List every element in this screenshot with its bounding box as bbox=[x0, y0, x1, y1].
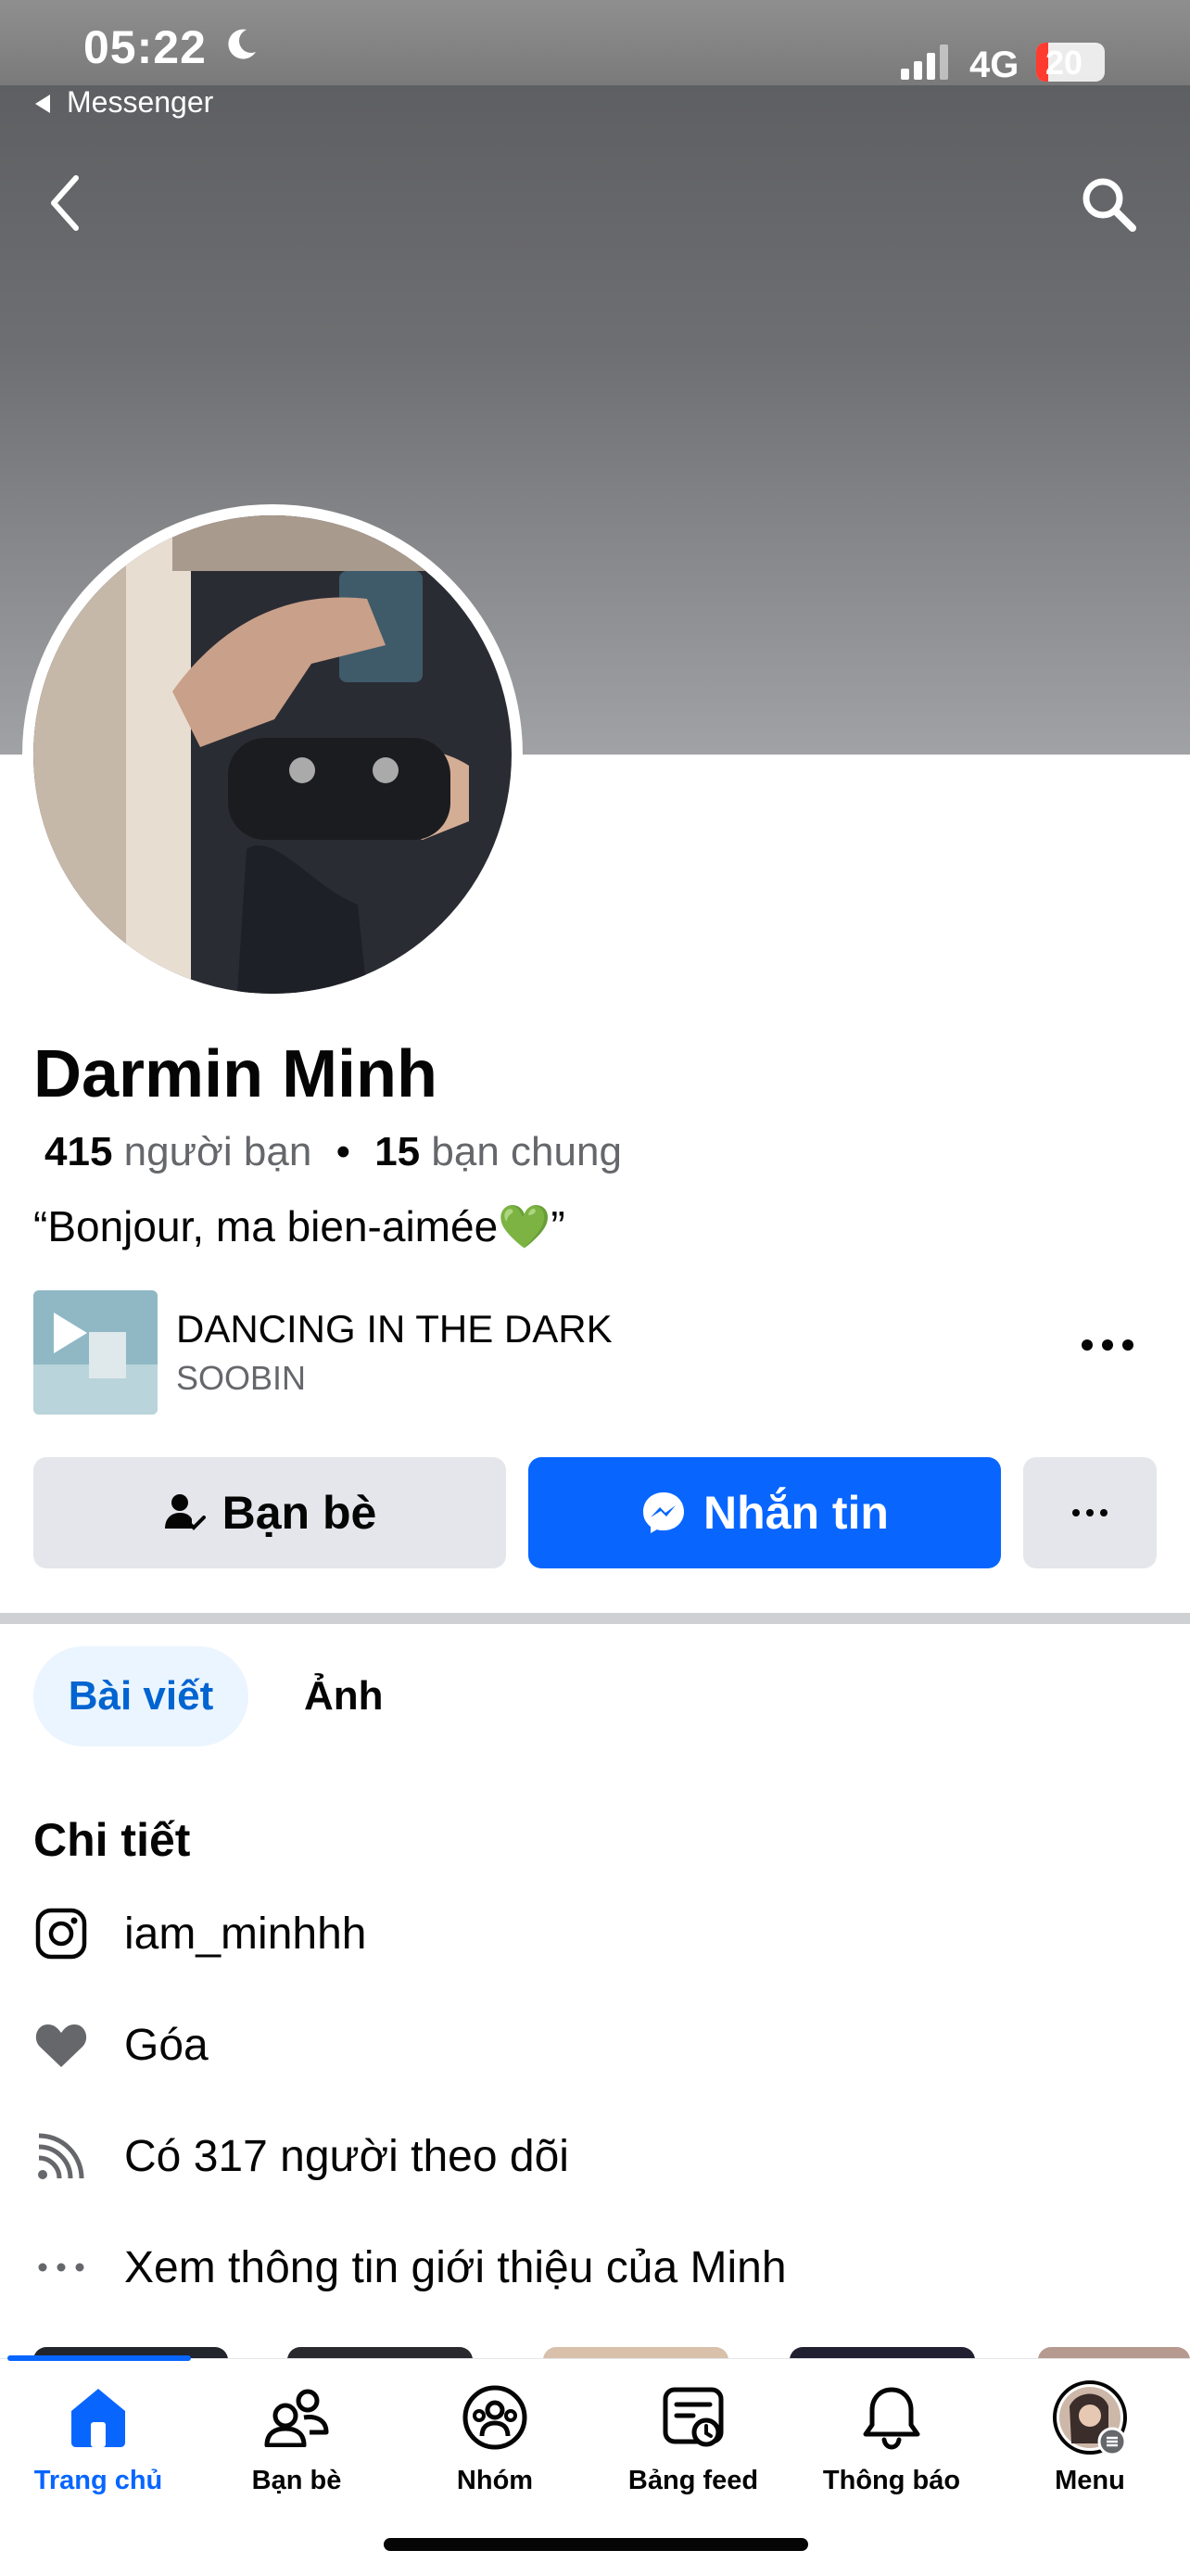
back-chevron-icon[interactable] bbox=[44, 172, 85, 234]
more-dots-icon bbox=[38, 2263, 84, 2272]
song-cover-art[interactable] bbox=[33, 1290, 158, 1415]
tabbar-home-label: Trang chủ bbox=[33, 2466, 163, 2495]
avatar-photo bbox=[33, 515, 512, 994]
tabbar-friends[interactable]: Bạn bè bbox=[204, 2379, 389, 2496]
tabbar-menu[interactable]: Menu bbox=[997, 2379, 1183, 2496]
tabbar-groups-label: Nhóm bbox=[456, 2466, 534, 2495]
tabbar-notifications-label: Thông báo bbox=[822, 2466, 961, 2495]
signal-icon bbox=[901, 44, 948, 80]
feed-icon bbox=[663, 2387, 724, 2447]
instagram-handle: iam_minhhh bbox=[124, 1909, 367, 1959]
tabbar-groups[interactable]: Nhóm bbox=[402, 2379, 588, 2496]
more-options-button[interactable] bbox=[1023, 1457, 1157, 1568]
section-divider bbox=[0, 1613, 1190, 1624]
back-app-arrow-icon[interactable] bbox=[35, 95, 50, 113]
tabbar-home[interactable]: Trang chủ bbox=[6, 2379, 191, 2496]
detail-see-about[interactable]: Xem thông tin giới thiệu của Minh bbox=[33, 2230, 787, 2304]
avatar-menu-icon bbox=[1053, 2380, 1127, 2456]
tabbar-notifications[interactable]: Thông báo bbox=[799, 2379, 984, 2496]
friends-button-label: Bạn bè bbox=[222, 1487, 377, 1539]
active-tab-indicator bbox=[7, 2355, 191, 2361]
moon-icon bbox=[228, 29, 256, 59]
profile-name: Darmin Minh bbox=[33, 1037, 438, 1111]
message-button[interactable]: Nhắn tin bbox=[528, 1457, 1001, 1568]
battery-icon: 20 bbox=[1036, 43, 1105, 82]
status-time: 05:22 bbox=[83, 21, 207, 73]
tabbar-menu-label: Menu bbox=[1055, 2466, 1125, 2495]
back-to-app-link[interactable]: Messenger bbox=[67, 85, 213, 120]
friends-summary[interactable]: 415 người bạn • 15 bạn chung bbox=[44, 1129, 622, 1175]
tabbar-friends-label: Bạn bè bbox=[251, 2466, 342, 2495]
bell-icon bbox=[863, 2387, 920, 2450]
song-artist: SOOBIN bbox=[176, 1359, 307, 1397]
song-more-icon[interactable] bbox=[1075, 1331, 1140, 1359]
tab-photos[interactable]: Ảnh bbox=[278, 1646, 410, 1746]
more-dots-icon bbox=[1072, 1509, 1108, 1516]
rss-icon bbox=[38, 2133, 84, 2179]
home-indicator[interactable] bbox=[384, 2538, 808, 2551]
instagram-icon bbox=[35, 1908, 87, 1960]
see-about-link: Xem thông tin giới thiệu của Minh bbox=[124, 2242, 787, 2292]
mutual-count: 15 bbox=[374, 1129, 421, 1174]
tabbar-feed-label: Bảng feed bbox=[627, 2466, 759, 2495]
profile-bio: “Bonjour, ma bien-aimée💚” bbox=[33, 1202, 565, 1250]
friends-button[interactable]: Bạn bè bbox=[33, 1457, 506, 1568]
details-heading: Chi tiết bbox=[33, 1814, 191, 1866]
avatar[interactable] bbox=[33, 515, 512, 994]
groups-icon bbox=[462, 2385, 527, 2450]
song-title[interactable]: DANCING IN THE DARK bbox=[176, 1307, 613, 1351]
home-icon bbox=[71, 2389, 125, 2447]
search-icon[interactable] bbox=[1079, 174, 1138, 234]
detail-followers[interactable]: Có 317 người theo dõi bbox=[33, 2119, 569, 2193]
message-button-label: Nhắn tin bbox=[703, 1487, 889, 1539]
separator-dot: • bbox=[335, 1129, 350, 1174]
tabbar-feed[interactable]: Bảng feed bbox=[601, 2379, 786, 2496]
friends-icon bbox=[264, 2389, 329, 2447]
detail-relationship: Góa bbox=[33, 2008, 209, 2082]
friend-check-icon bbox=[164, 1494, 206, 1530]
tab-posts[interactable]: Bài viết bbox=[33, 1646, 248, 1746]
mutual-label: bạn chung bbox=[431, 1129, 622, 1174]
followers-text: Có 317 người theo dõi bbox=[124, 2131, 569, 2181]
relationship-status: Góa bbox=[124, 2020, 209, 2070]
network-type: 4G bbox=[969, 44, 1019, 85]
detail-instagram[interactable]: iam_minhhh bbox=[33, 1897, 366, 1971]
battery-level: 20 bbox=[1045, 44, 1083, 82]
messenger-icon bbox=[643, 1492, 684, 1533]
friends-count: 415 bbox=[44, 1129, 113, 1174]
friends-label: người bạn bbox=[123, 1129, 312, 1174]
heart-icon bbox=[35, 2024, 87, 2067]
